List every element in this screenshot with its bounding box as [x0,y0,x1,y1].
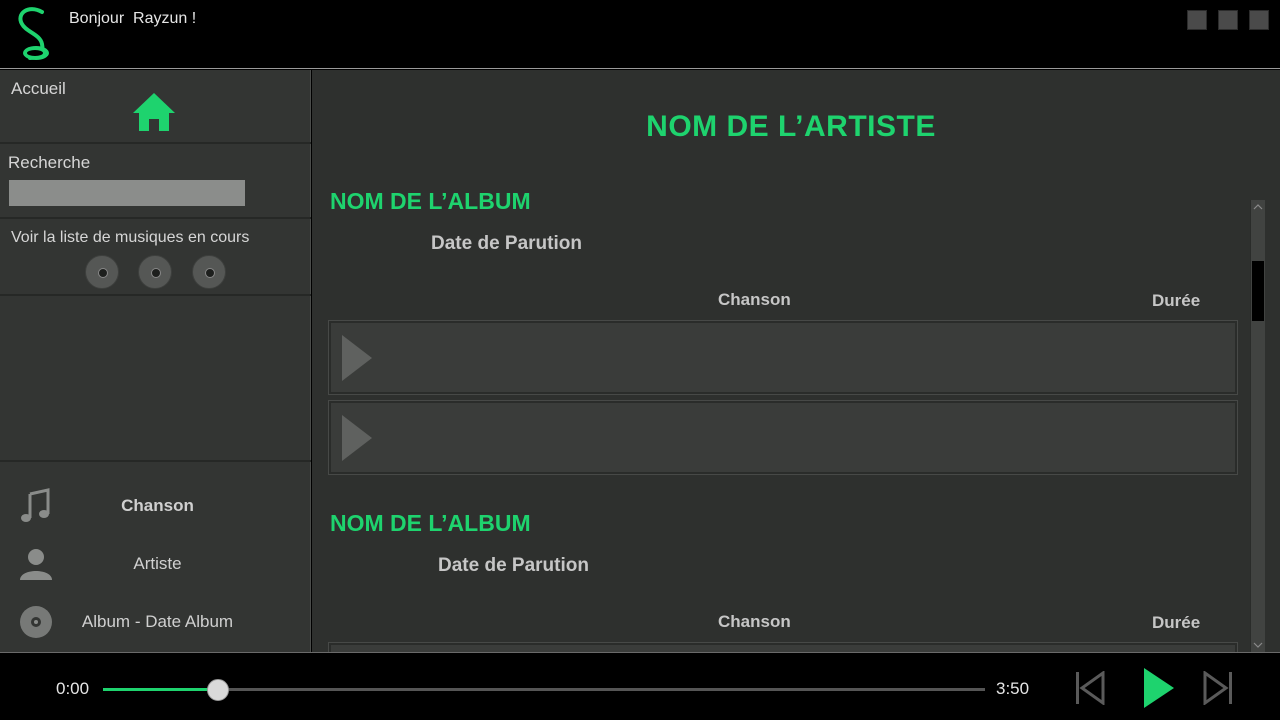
play-icon[interactable] [340,333,374,383]
search-input[interactable] [9,180,245,206]
artist-title: NOM DE L’ARTISTE [646,110,936,143]
column-header-duration: Durée [1152,613,1201,632]
column-header-song: Chanson [718,290,791,309]
scrollbar-thumb[interactable] [1252,261,1264,321]
column-header-duration: Durée [1152,291,1201,310]
now-playing-album: Album - Date Album [0,602,311,642]
music-note-icon [21,488,50,522]
vertical-scrollbar[interactable] [1250,200,1265,652]
previous-track-icon[interactable] [1075,671,1105,705]
album-release-date: Date de Parution [431,233,582,254]
search-label: Recherche [8,153,91,172]
album-release-date: Date de Parution [438,555,589,576]
scroll-up-icon[interactable] [1253,202,1263,212]
home-label: Accueil [11,79,66,98]
album-title[interactable]: NOM DE L’ALBUM [330,510,531,537]
current-time: 0:00 [56,679,90,698]
album-title[interactable]: NOM DE L’ALBUM [330,188,531,215]
search-section: Recherche [0,144,311,219]
user-icon [20,549,52,580]
queue-disc-icon[interactable] [85,255,119,289]
now-playing-song: Chanson [0,486,311,526]
now-playing-artist-name[interactable]: Artiste [60,554,255,574]
queue-disc-icon[interactable] [138,255,172,289]
home-icon[interactable] [131,91,177,133]
now-playing-song-title: Chanson [121,496,194,515]
play-icon[interactable] [1142,666,1176,710]
close-button[interactable] [1249,10,1269,30]
artist-page: NOM DE L’ARTISTE NOM DE L’ALBUM Date de … [312,70,1280,652]
greeting-text: Bonjour Rayzun ! [69,10,197,27]
queue-label[interactable]: Voir la liste de musiques en cours [11,229,249,247]
total-time: 3:50 [996,679,1030,698]
queue-disc-icon[interactable] [192,255,226,289]
song-row[interactable] [328,320,1238,395]
minimize-button[interactable] [1187,10,1207,30]
progress-slider[interactable] [103,679,985,701]
app-logo-icon [18,7,49,60]
queue-section[interactable]: Voir la liste de musiques en cours [0,219,311,296]
top-bar: Bonjour Rayzun ! [0,0,1280,69]
now-playing-panel: Chanson Artiste Album - Date Album [0,460,311,652]
song-row[interactable] [328,400,1238,475]
next-track-icon[interactable] [1203,671,1233,705]
progress-fill [103,688,218,691]
scroll-down-icon[interactable] [1253,640,1263,650]
maximize-button[interactable] [1218,10,1238,30]
album-disc-icon [20,606,52,638]
now-playing-album-name[interactable]: Album - Date Album [60,612,255,632]
player-bar: 0:00 3:50 [0,652,1280,720]
home-section[interactable]: Accueil [0,70,311,144]
sidebar: Accueil Recherche Voir la liste de musiq… [0,70,311,652]
play-icon[interactable] [340,413,374,463]
song-row[interactable] [328,642,1238,652]
progress-knob[interactable] [206,679,229,701]
column-header-song: Chanson [718,612,791,631]
now-playing-artist: Artiste [0,544,311,584]
